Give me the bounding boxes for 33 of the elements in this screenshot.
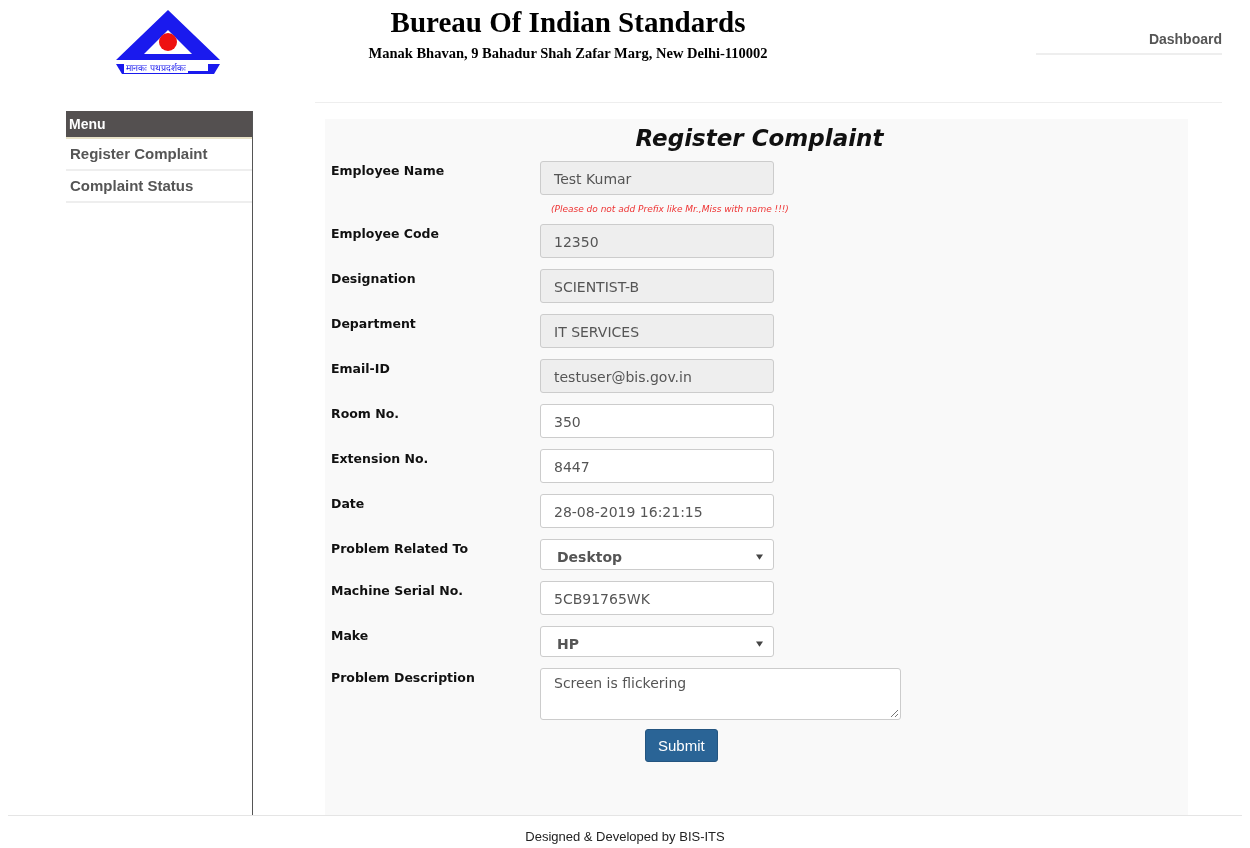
field-label: Make xyxy=(331,627,370,643)
submit-button[interactable]: Submit xyxy=(645,729,718,762)
field-label: Problem Related To xyxy=(331,540,470,556)
dropdown[interactable]: HP xyxy=(540,626,774,657)
text-field[interactable]: 8447 xyxy=(540,449,774,483)
dashboard-link[interactable]: Dashboard xyxy=(1036,31,1222,55)
field-label: Room No. xyxy=(331,405,400,421)
hint-text: (Please do not add Prefix like Mr.,Miss with name !!!) xyxy=(551,204,790,214)
field-label: Machine Serial No. xyxy=(331,582,464,598)
form-title: Register Complaint xyxy=(634,125,885,151)
text-field[interactable]: 28-08-2019 16:21:15 xyxy=(540,494,774,528)
dropdown[interactable]: Desktop xyxy=(540,539,774,570)
menu-item[interactable]: Complaint Status xyxy=(66,171,252,203)
caret-icon xyxy=(756,640,763,647)
field-label: Extension No. xyxy=(331,450,430,466)
text-area[interactable]: Screen is flickering xyxy=(540,668,901,720)
footer-text: Designed & Developed by BIS-ITS xyxy=(525,828,725,844)
logo-motto: मानकः पथप्रदर्शकः xyxy=(124,63,188,73)
field-label: Department xyxy=(331,315,417,331)
text-field[interactable]: 5CB91765WK xyxy=(540,581,774,615)
field-label: Problem Description xyxy=(331,669,476,685)
resize-grip-icon xyxy=(890,709,898,717)
field-label: Designation xyxy=(331,270,417,286)
field-label: Email-ID xyxy=(331,360,391,376)
field-label: Employee Code xyxy=(331,225,441,241)
site-address: Manak Bhavan, 9 Bahadur Shah Zafar Marg, New Delhi-110002 xyxy=(368,45,768,62)
menu-item[interactable]: Register Complaint xyxy=(66,139,252,171)
text-field[interactable]: 350 xyxy=(540,404,774,438)
field-label: Date xyxy=(331,495,366,511)
caret-icon xyxy=(756,553,763,560)
site-title: Bureau Of Indian Standards xyxy=(390,6,746,39)
field-label: Employee Name xyxy=(331,162,446,178)
menu-heading: Menu xyxy=(66,111,252,139)
